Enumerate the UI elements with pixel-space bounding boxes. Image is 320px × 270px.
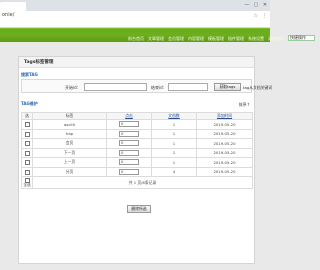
col-tag: 标签	[32, 112, 107, 120]
table-row: 会员 0 1 2019-05-20	[21, 138, 253, 149]
search-section-title: 搜索TAG	[21, 72, 38, 77]
row-checkbox[interactable]	[24, 150, 30, 156]
table-row: hap 0 1 2019-05-20	[21, 128, 253, 139]
row-checkbox[interactable]	[24, 131, 30, 137]
nav-item-plugins[interactable]: 插件管理	[227, 36, 245, 42]
tag-cell[interactable]: 分页	[32, 166, 107, 177]
nav-strip	[0, 29, 270, 34]
tab-bar: — ▢ ✕	[0, 0, 270, 11]
window-controls: — ▢ ✕	[244, 2, 268, 8]
nav-item-settings[interactable]: 系统设置	[247, 36, 265, 42]
search-hint: tag从文档关键词	[243, 85, 273, 90]
star-icon[interactable]: ☆	[254, 13, 258, 19]
start-id-input[interactable]	[84, 83, 147, 91]
close-icon[interactable]: ✕	[262, 2, 268, 8]
page-title: Tags标签管理	[19, 57, 254, 68]
docs-cell: 1	[151, 119, 197, 130]
docs-cell: 4	[151, 166, 197, 177]
menu-icon[interactable]: ⋮	[262, 13, 267, 19]
nav-item-cache[interactable]: 清除缓存	[267, 36, 285, 42]
docs-cell: 1	[151, 157, 197, 168]
end-id-label: 结束id:	[151, 85, 164, 90]
url-text[interactable]: onie/	[2, 12, 14, 18]
tags-panel: Tags标签管理 搜索TAG 开始id: 结束id: 获取tags tag从文档…	[18, 56, 272, 264]
table-row: 下一页 0 1 2019-05-20	[21, 147, 253, 158]
date-cell: 2019-05-20	[196, 166, 253, 177]
row-checkbox[interactable]	[24, 141, 30, 146]
docs-cell: 1	[151, 147, 197, 158]
table-row: 上一页 0 1 2019-05-20	[21, 157, 253, 168]
tag-cell[interactable]: hap	[32, 128, 107, 139]
date-cell: 2019-05-20	[196, 128, 253, 139]
tag-cell[interactable]: 会员	[32, 138, 107, 149]
nav-item-templates[interactable]: 模板管理	[207, 36, 225, 42]
start-id-label: 开始id:	[65, 85, 78, 90]
table-footer: 全选 共 1 页/6条记录	[21, 176, 253, 189]
browser-chrome: — ▢ ✕ onie/ ☆ ⋮	[0, 0, 270, 28]
date-cell: 2019-05-20	[196, 157, 253, 168]
clicks-input[interactable]: 0	[119, 140, 139, 147]
tag-cell[interactable]: ascilit	[32, 119, 107, 130]
nav-item-articles[interactable]: 文章管理	[147, 36, 165, 42]
search-box: 开始id: 结束id: 获取tags tag从文档关键词	[21, 79, 272, 93]
address-bar-icons: ☆ ⋮	[254, 13, 267, 19]
nav-item-members[interactable]: 会员管理	[167, 36, 185, 42]
table-header: 选 标签 点击 文档数 添加时间	[21, 112, 253, 120]
address-bar[interactable]: onie/ ☆ ⋮	[0, 11, 270, 21]
fetch-tags-button[interactable]: 获取tags	[214, 83, 241, 91]
pager-text: 共 1 页/6条记录	[32, 176, 253, 189]
minimize-icon[interactable]: —	[244, 2, 250, 8]
clicks-input[interactable]: 0	[119, 121, 139, 128]
quick-action-button[interactable]: 快捷操作	[288, 35, 315, 41]
row-checkbox[interactable]	[24, 160, 30, 165]
col-select: 选	[21, 112, 33, 120]
nav-item-home[interactable]: 前台首页	[127, 36, 145, 42]
row-checkbox[interactable]	[24, 122, 30, 127]
tag-cell[interactable]: 下一页	[32, 147, 107, 158]
col-date[interactable]: 添加时间	[196, 112, 253, 120]
browser-tab[interactable]	[0, 2, 26, 11]
list-section-title: TAG维护	[21, 101, 38, 106]
tags-table: 选 标签 点击 文档数 添加时间 ascilit 0 1 2019-05-20 …	[21, 112, 253, 189]
select-all-label[interactable]: 全选	[23, 182, 31, 187]
nav-item-content[interactable]: 内容管理	[187, 36, 205, 42]
date-cell: 2019-05-20	[196, 119, 253, 130]
date-cell: 2019-05-20	[196, 147, 253, 158]
row-checkbox[interactable]	[24, 169, 30, 175]
tag-cell[interactable]: 上一页	[32, 157, 107, 168]
clicks-input[interactable]: 0	[119, 149, 139, 156]
clicks-input[interactable]: 0	[119, 159, 139, 166]
sort-link[interactable]: 排序↑	[239, 102, 250, 108]
docs-cell: 1	[151, 138, 197, 149]
nav-menu: 前台首页 文章管理 会员管理 内容管理 模板管理 插件管理 系统设置 清除缓存	[127, 36, 285, 42]
docs-cell: 1	[151, 128, 197, 139]
table-row: ascilit 0 1 2019-05-20	[21, 119, 253, 130]
date-cell: 2019-05-20	[196, 138, 253, 149]
col-docs[interactable]: 文档数	[151, 112, 197, 120]
maximize-icon[interactable]: ▢	[253, 2, 259, 8]
clicks-input[interactable]: 0	[119, 130, 139, 137]
col-clicks[interactable]: 点击	[106, 112, 152, 120]
table-row: 分页 0 4 2019-05-20	[21, 166, 253, 177]
end-id-input[interactable]	[168, 83, 208, 91]
delete-selected-button[interactable]: 删除所选	[127, 205, 151, 213]
clicks-input[interactable]: 0	[119, 168, 139, 175]
